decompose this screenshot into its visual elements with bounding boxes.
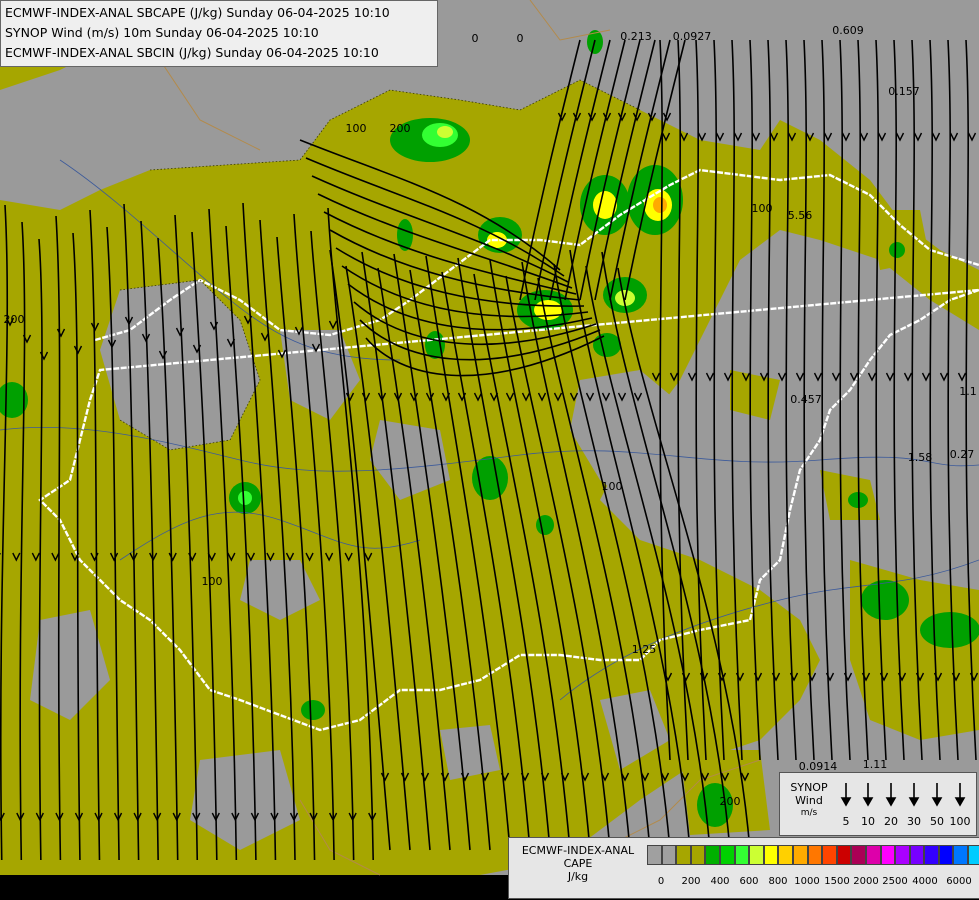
map-value-label: 1.25 (632, 643, 657, 656)
cape-tick-label: 1500 (824, 876, 850, 887)
cape-swatch (909, 845, 925, 865)
cape-tick-label: 800 (768, 876, 788, 887)
cape-swatch (705, 845, 720, 865)
cape-swatch (749, 845, 764, 865)
map-value-label: 0 (472, 32, 479, 45)
map-title-box: ECMWF-INDEX-ANAL SBCAPE (J/kg) Sunday 06… (0, 0, 438, 67)
wind-legend-label: SYNOP Wind m/s (782, 781, 836, 820)
cape-tick-label: 4000 (912, 876, 938, 887)
wind-value-30: 30 (907, 815, 921, 828)
cape-swatch (865, 845, 881, 865)
map-value-label: 0.609 (832, 24, 864, 37)
map-value-label: 100 (602, 480, 623, 493)
cape-tick-label: 2000 (853, 876, 879, 887)
cape-map: 00000.2130.09270.6090.1575.560.4571.10.2… (0, 0, 979, 900)
cape-swatch (734, 845, 750, 865)
wind-legend-line-1: SYNOP (790, 781, 828, 794)
cape-swatch (895, 845, 910, 865)
cape-swatch (880, 845, 896, 865)
map-value-label: 0.457 (790, 393, 822, 406)
cape-tick-label: 2500 (882, 876, 908, 887)
map-value-label: 0.157 (888, 85, 920, 98)
cape-swatch (690, 845, 706, 865)
wind-value-20: 20 (884, 815, 898, 828)
cape-tick-label: 200 (681, 876, 701, 887)
cape-color-bar (647, 845, 979, 865)
cape-legend-line-1: ECMWF-INDEX-ANAL (521, 844, 635, 857)
map-value-label: 100 (202, 575, 223, 588)
cape-tick-label: 0 (657, 876, 665, 887)
wind-value-10: 10 (861, 815, 875, 828)
cape-swatch (822, 845, 837, 865)
wind-legend-line-2: Wind (795, 794, 823, 807)
cape-swatch (968, 845, 979, 865)
cape-swatch (836, 845, 852, 865)
cape-tick-label: 6000 (946, 876, 972, 887)
map-value-label: 1.11 (863, 758, 888, 771)
map-value-label: 5.56 (788, 209, 813, 222)
map-value-label: 0.213 (620, 30, 652, 43)
cape-swatch (676, 845, 691, 865)
map-value-label: 0.27 (950, 448, 975, 461)
cape-tick-label: 1000 (794, 876, 820, 887)
cape-swatch (924, 845, 939, 865)
cape-swatch (647, 845, 662, 865)
cape-tick-label: 400 (710, 876, 730, 887)
cape-swatch (953, 845, 969, 865)
wind-value-100: 100 (950, 815, 971, 828)
map-value-label: 200 (4, 313, 25, 326)
cape-legend: ECMWF-INDEX-ANAL CAPE J/kg 0 200 400 600 800… (508, 837, 979, 899)
wind-legend-line-3: m/s (800, 808, 818, 818)
cape-legend-title: ECMWF-INDEX-ANAL CAPE J/kg (511, 844, 645, 883)
title-sbcin: ECMWF-INDEX-ANAL SBCIN (J/kg) Sunday 06-… (5, 45, 379, 60)
map-value-label: 200 (390, 122, 411, 135)
cape-legend-line-2: CAPE (563, 857, 593, 870)
cape-swatch (778, 845, 793, 865)
map-value-label: 0 (517, 32, 524, 45)
cape-swatch (661, 845, 677, 865)
cape-swatch (807, 845, 823, 865)
map-value-label: 100 (752, 202, 773, 215)
map-value-label: 1.1 (959, 385, 977, 398)
wind-value-50: 50 (930, 815, 944, 828)
wind-value-5: 5 (843, 815, 850, 828)
cape-swatch (719, 845, 735, 865)
cape-swatch (792, 845, 808, 865)
cape-swatch (763, 845, 779, 865)
wind-legend: SYNOP Wind m/s 5 10 20 30 50 100 (779, 772, 977, 836)
cape-swatch (938, 845, 954, 865)
title-sbcape: ECMWF-INDEX-ANAL SBCAPE (J/kg) Sunday 06… (5, 5, 390, 20)
cape-swatch (851, 845, 866, 865)
map-value-label: 200 (720, 795, 741, 808)
cape-legend-line-3: J/kg (567, 870, 589, 883)
wind-legend-arrows: 5 10 20 30 50 100 (840, 783, 971, 828)
cape-legend-ticks: 0 200 400 600 800 1000 1500 2000 2500 4000 6000 (647, 876, 979, 890)
title-synop-wind: SYNOP Wind (m/s) 10m Sunday 06-04-2025 1… (5, 25, 319, 40)
map-value-label: 100 (346, 122, 367, 135)
cape-tick-label: 600 (739, 876, 759, 887)
map-value-label: 1.58 (908, 451, 933, 464)
map-value-label: 0.0927 (673, 30, 712, 43)
